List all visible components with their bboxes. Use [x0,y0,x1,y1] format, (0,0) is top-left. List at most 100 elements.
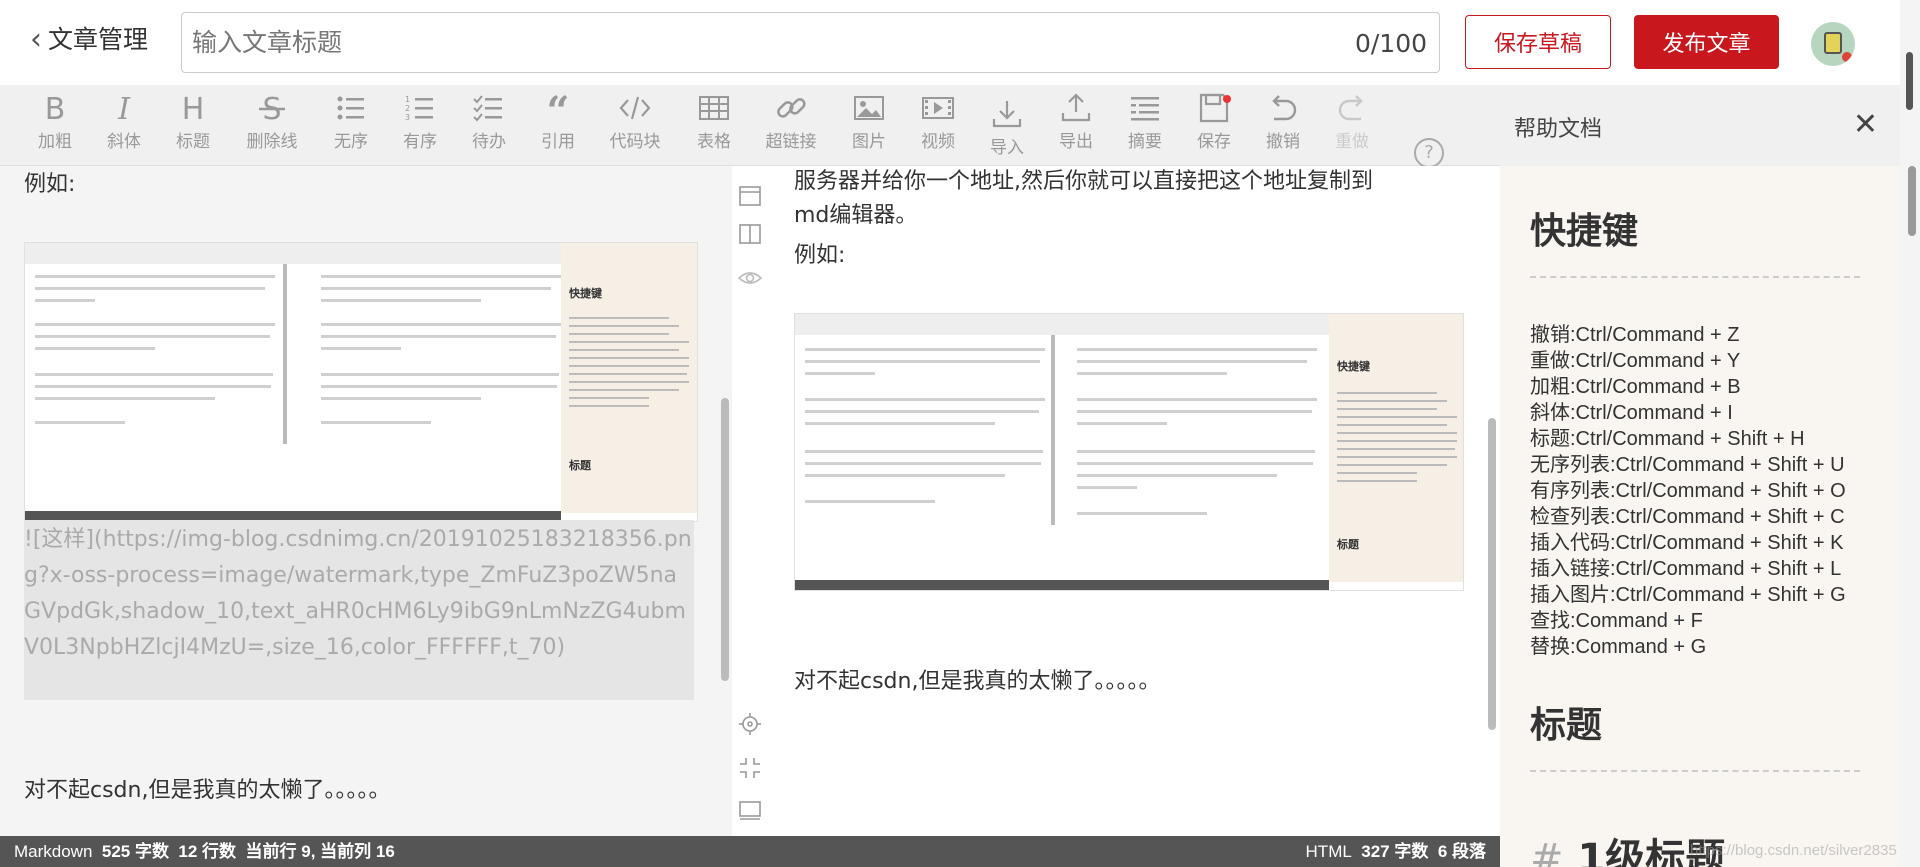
toolbar-label: 斜体 [107,132,141,152]
svg-text:B: B [45,92,66,125]
svg-text:1: 1 [405,95,410,104]
chevron-left-icon: ‹ [30,22,42,57]
toolbar-link[interactable]: 超链接 [758,91,824,152]
top-header: ‹ 文章管理 0/100 保存草稿 发布文章 [0,0,1920,85]
shortcut-item: 插入图片:Ctrl/Command + Shift + G [1530,584,1846,606]
toolbar-export[interactable]: 导出 [1043,91,1109,152]
toolbar-code-block[interactable]: 代码块 [602,91,668,152]
toolbar-strikethrough[interactable]: S 删除线 [239,91,305,152]
toolbar-heading[interactable]: H 标题 [160,91,226,152]
editor-only-icon[interactable] [738,184,762,208]
unsaved-dot [1223,95,1231,103]
save-draft-button[interactable]: 保存草稿 [1465,15,1611,69]
thumb-toolbar [25,243,561,264]
toolbar-redo[interactable]: 重做 [1319,91,1385,152]
toolbar-italic[interactable]: I 斜体 [91,91,157,152]
toolbar-todo-list[interactable]: 待办 [456,91,522,152]
fullscreen-exit-icon[interactable] [738,756,762,780]
thumb-divider [283,264,287,444]
toolbar-unordered-list[interactable]: 无序 [318,91,384,152]
shortcut-item: 无序列表:Ctrl/Command + Shift + U [1530,454,1845,476]
thumb-toolbar [795,314,1329,335]
toolbar-quote[interactable]: “ 引用 [525,91,591,152]
toolbar-label: 超链接 [765,132,817,152]
status-line-count: 12 行数 [178,842,237,861]
shortcut-item: 替换:Command + G [1530,636,1707,658]
avatar-image-icon [1824,32,1842,54]
video-icon [922,97,954,119]
status-mode: HTML [1305,842,1352,861]
editor-toolbar: B 加粗 I 斜体 H 标题 S 删除线 无序 123 有序 待办 “ 引用 代… [0,85,1500,168]
toolbar-image[interactable]: 图片 [836,91,902,152]
ordered-list-icon: 123 [405,95,433,122]
preview-eye-icon[interactable] [738,266,762,290]
markdown-editor[interactable]: 例如: 快捷键 标题 ![这样](https://img-blog.csdnim… [0,166,732,836]
keyboard-icon[interactable] [738,798,762,822]
publish-article-button[interactable]: 发布文章 [1634,15,1779,69]
toolbar-table[interactable]: 表格 [681,91,747,152]
toolbar-label: 表格 [697,132,731,152]
thumb-divider [1051,335,1055,525]
code-icon [619,96,651,120]
editor-last-line: 对不起csdn,但是我真的太懒了。。。。。 [24,778,391,803]
editor-status-bar: Markdown 525 字数 12 行数 当前行 9, 当前列 16 [0,836,732,867]
thumb-help-panel: 快捷键 标题 [1329,314,1463,582]
toolbar-label: 加粗 [38,132,72,152]
svg-text:“: “ [546,91,569,125]
avatar[interactable] [1811,22,1855,66]
link-icon [777,98,806,118]
article-title-input[interactable] [192,13,1292,72]
h1-hash: # [1530,836,1564,867]
toolbar-label: 重做 [1335,132,1369,152]
quote-icon: “ [546,91,569,125]
heading-divider [1530,770,1860,772]
back-to-article-management[interactable]: ‹ 文章管理 [30,24,148,56]
preview-scrollbar[interactable] [1488,418,1496,730]
page-scrollbar-thumb[interactable] [1906,52,1913,110]
shortcut-item: 加粗:Ctrl/Command + B [1530,376,1741,398]
help-question-icon[interactable]: ? [1414,138,1444,168]
toolbar-label: 摘要 [1128,132,1162,152]
thumb-status [795,580,1329,590]
heading-divider [1530,276,1860,278]
status-cursor-position: 当前行 9, 当前列 16 [245,842,395,861]
shortcut-item: 检查列表:Ctrl/Command + Shift + C [1530,506,1845,528]
help-panel-body: 快捷键 撤销:Ctrl/Command + Z 重做:Ctrl/Command … [1500,166,1900,867]
toolbar-bold[interactable]: B 加粗 [22,91,88,152]
toolbar-ordered-list[interactable]: 123 有序 [387,91,453,152]
toolbar-label: 导出 [1059,132,1093,152]
undo-icon [1272,95,1297,121]
preview-example-label: 例如: [794,243,846,268]
unordered-list-icon [337,96,364,120]
toolbar-label: 撤销 [1266,132,1300,152]
toolbar-label: 引用 [541,132,575,152]
heading-icon: H [182,92,205,125]
toolbar-label: 代码块 [609,132,661,152]
html-preview: 服务器并给你一个地址,然后你就可以直接把这个地址复制到 md编辑器。 例如: 快… [768,166,1500,836]
toolbar-summary[interactable]: 摘要 [1112,91,1178,152]
toolbar-save[interactable]: 保存 [1181,91,1247,152]
editor-scrollbar[interactable] [721,398,729,681]
shortcut-item: 插入代码:Ctrl/Command + Shift + K [1530,532,1844,554]
toolbar-label: 视频 [921,132,955,152]
svg-text:H: H [182,92,205,125]
help-panel-scrollbar[interactable] [1908,166,1916,236]
shortcut-item: 重做:Ctrl/Command + Y [1530,350,1741,372]
toolbar-label: 删除线 [246,132,298,152]
help-panel-title: 帮助文档 [1514,117,1603,142]
image-markdown-link: ![这样](https://img-blog.csdnimg.cn/201910… [24,520,694,700]
shortcut-item: 查找:Command + F [1530,610,1703,632]
article-title-field[interactable]: 0/100 [181,12,1440,73]
sync-scroll-target-icon[interactable] [738,712,762,736]
toolbar-undo[interactable]: 撤销 [1250,91,1316,152]
watermark-text: https://blog.csdn.net/silver2835 [1690,842,1897,859]
toolbar-video[interactable]: 视频 [905,91,971,152]
toolbar-import[interactable]: 导入 [974,97,1040,158]
status-char-count: 525 字数 [101,842,169,861]
page-scrollbar[interactable] [1900,0,1920,867]
close-icon[interactable]: ✕ [1853,107,1878,142]
toolbar-label: 有序 [403,132,437,152]
toolbar-label: 标题 [176,132,210,152]
split-view-icon[interactable] [738,222,762,246]
image-icon [854,96,884,120]
